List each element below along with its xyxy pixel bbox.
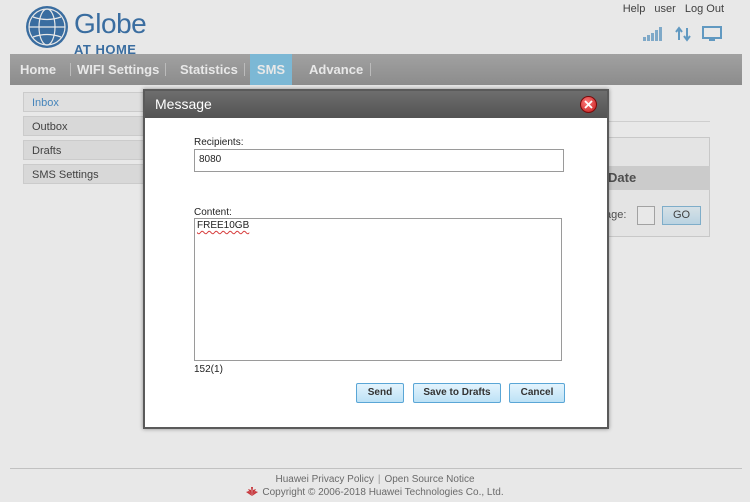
message-dialog: Message Recipients: 8080 Content: FREE10… <box>143 89 609 429</box>
send-button[interactable]: Send <box>356 383 404 403</box>
close-icon[interactable] <box>580 96 597 113</box>
content-text: FREE10GB <box>197 220 250 231</box>
save-to-drafts-button[interactable]: Save to Drafts <box>413 383 501 403</box>
character-count: 152(1) <box>194 364 223 375</box>
recipients-input[interactable]: 8080 <box>194 149 564 172</box>
dialog-title: Message <box>145 91 607 118</box>
recipients-label: Recipients: <box>194 137 244 148</box>
content-label: Content: <box>194 207 232 218</box>
cancel-button[interactable]: Cancel <box>509 383 565 403</box>
router-admin-page: Globe AT HOME Help user Log Out Home WIF… <box>0 0 750 502</box>
content-textarea[interactable]: FREE10GB <box>194 218 562 361</box>
